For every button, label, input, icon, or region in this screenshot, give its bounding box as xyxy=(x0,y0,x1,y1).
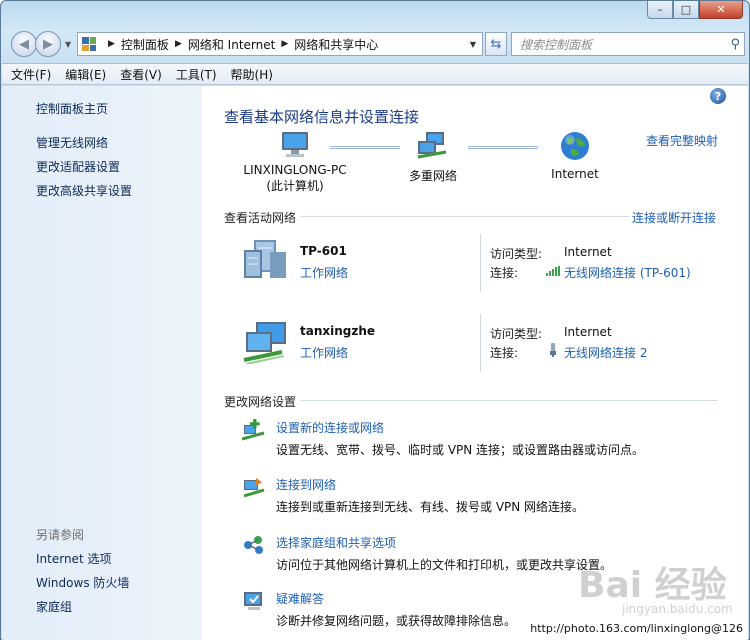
connection-key: 连接: xyxy=(490,266,519,280)
watermark-logo: Bai 经验 xyxy=(578,565,727,606)
menu-bar: 文件(F) 编辑(E) 查看(V) 工具(T) 帮助(H) xyxy=(2,63,748,85)
breadcrumb-control-panel[interactable]: 控制面板 xyxy=(121,36,169,53)
divider xyxy=(480,234,481,292)
map-middle-label: 多重网络 xyxy=(408,169,457,183)
caption-buttons: – □ ✕ xyxy=(647,1,743,19)
watermark-sub: jingyan.baidu.com xyxy=(622,602,733,616)
network-name: tanxingzhe xyxy=(300,324,376,338)
globe-icon xyxy=(561,132,589,160)
address-bar[interactable]: ▶ 控制面板 ▶ 网络和 Internet ▶ 网络和共享中心 ▼ xyxy=(77,32,483,56)
map-connector xyxy=(468,146,538,149)
connect-to-network-link[interactable]: 连接到网络 xyxy=(276,476,336,493)
access-type-key: 访问类型: xyxy=(490,247,543,261)
menu-view[interactable]: 查看(V) xyxy=(120,66,162,83)
see-also-heading: 另请参阅 xyxy=(36,528,85,542)
change-settings-heading: 更改网络设置 xyxy=(224,393,718,410)
sidebar-item-firewall[interactable]: Windows 防火墙 xyxy=(36,574,129,591)
troubleshoot-icon xyxy=(244,592,262,610)
close-button[interactable]: ✕ xyxy=(699,1,743,19)
sidebar-item-homegroup[interactable]: 家庭组 xyxy=(36,598,72,615)
troubleshoot-link[interactable]: 疑难解答 xyxy=(276,590,324,607)
setup-connection-link[interactable]: 设置新的连接或网络 xyxy=(276,419,384,436)
wireless-adapter-icon xyxy=(550,343,556,357)
map-connector xyxy=(330,146,400,149)
page-title: 查看基本网络信息并设置连接 xyxy=(224,108,420,126)
forward-arrow-icon: ▶ xyxy=(43,36,53,52)
multiple-networks-icon xyxy=(417,132,447,159)
control-panel-icon xyxy=(82,37,96,51)
map-node-this-pc: LINXINGLONG-PC (此计算机) xyxy=(240,130,350,194)
navigation-bar: ◀ ▶ ▼ ▶ 控制面板 ▶ 网络和 Internet ▶ 网络和共享中心 ▼ … xyxy=(7,29,745,59)
address-dropdown-icon[interactable]: ▼ xyxy=(470,40,476,49)
active-networks-heading: 查看活动网络 xyxy=(224,209,630,226)
connect-to-network-desc: 连接到或重新连接到无线、有线、拨号或 VPN 网络连接。 xyxy=(276,500,585,514)
view-full-map-link[interactable]: 查看完整映射 xyxy=(646,132,718,149)
wifi-signal-icon xyxy=(546,266,560,276)
map-node-multiple-networks: 多重网络 xyxy=(400,130,466,184)
connection-link[interactable]: 无线网络连接 2 xyxy=(564,344,647,361)
search-icon[interactable]: ⚲ xyxy=(730,37,740,52)
forward-button[interactable]: ▶ xyxy=(35,31,61,57)
sidebar-item-control-panel-home[interactable]: 控制面板主页 xyxy=(36,100,108,117)
sidebar-item-manage-wireless[interactable]: 管理无线网络 xyxy=(36,134,108,151)
back-arrow-icon: ◀ xyxy=(19,36,29,52)
main-panel: ? 查看基本网络信息并设置连接 查看完整映射 LINXINGLONG-PC (此… xyxy=(202,86,748,640)
sidebar: 控制面板主页 管理无线网络 更改适配器设置 更改高级共享设置 另请参阅 Inte… xyxy=(2,86,202,640)
recent-pages-dropdown-icon[interactable]: ▼ xyxy=(65,40,71,49)
minimize-button[interactable]: – xyxy=(647,1,673,19)
sidebar-item-advanced-sharing[interactable]: 更改高级共享设置 xyxy=(36,182,132,199)
crumb-separator-icon[interactable]: ▶ xyxy=(108,39,115,49)
breadcrumb-network-sharing-center[interactable]: 网络和共享中心 xyxy=(294,36,378,53)
troubleshoot-desc: 诊断并修复网络问题，或获得故障排除信息。 xyxy=(276,614,517,628)
maximize-button[interactable]: □ xyxy=(673,1,699,19)
menu-tools[interactable]: 工具(T) xyxy=(176,66,217,83)
homegroup-sharing-link[interactable]: 选择家庭组和共享选项 xyxy=(276,534,396,551)
connect-disconnect-link[interactable]: 连接或断开连接 xyxy=(632,209,716,226)
sidebar-item-change-adapter[interactable]: 更改适配器设置 xyxy=(36,158,120,175)
map-pc-sub: (此计算机) xyxy=(266,179,324,193)
menu-file[interactable]: 文件(F) xyxy=(11,66,51,83)
search-input[interactable]: 搜索控制面板 ⚲ xyxy=(511,32,745,56)
connection-key: 连接: xyxy=(490,346,519,360)
homegroup-sharing-desc: 访问位于其他网络计算机上的文件和打印机，或更改共享设置。 xyxy=(276,558,613,572)
map-pc-name: LINXINGLONG-PC xyxy=(243,163,347,177)
network-type-link[interactable]: 工作网络 xyxy=(300,264,348,281)
divider xyxy=(480,314,481,372)
setup-connection-desc: 设置无线、宽带、拨号、临时或 VPN 连接；或设置路由器或访问点。 xyxy=(276,443,645,457)
map-node-internet: Internet xyxy=(540,130,610,181)
help-icon[interactable]: ? xyxy=(710,88,726,104)
connect-network-icon xyxy=(243,478,265,498)
back-button[interactable]: ◀ xyxy=(11,31,37,57)
homegroup-sharing-icon xyxy=(244,536,263,554)
photo-url-caption: http://photo.163.com/linxinglong@126 xyxy=(530,622,743,635)
breadcrumb-network-internet[interactable]: 网络和 Internet xyxy=(188,36,275,53)
access-type-value: Internet xyxy=(564,245,612,259)
access-type-key: 访问类型: xyxy=(490,327,543,341)
computer-icon xyxy=(282,132,308,157)
new-connection-icon xyxy=(242,419,265,441)
search-placeholder: 搜索控制面板 xyxy=(520,37,593,52)
network-name: TP-601 xyxy=(300,244,347,258)
network-type-link[interactable]: 工作网络 xyxy=(300,344,348,361)
work-network-icon xyxy=(243,322,286,364)
work-network-icon xyxy=(244,240,286,278)
crumb-separator-icon[interactable]: ▶ xyxy=(175,39,182,49)
crumb-separator-icon[interactable]: ▶ xyxy=(281,39,288,49)
connection-link[interactable]: 无线网络连接 (TP-601) xyxy=(564,264,691,281)
refresh-icon: ⇆ xyxy=(490,36,502,52)
menu-edit[interactable]: 编辑(E) xyxy=(65,66,106,83)
menu-help[interactable]: 帮助(H) xyxy=(231,66,273,83)
window-frame: – □ ✕ ◀ ▶ ▼ ▶ 控制面板 ▶ 网络和 Internet ▶ 网络和共… xyxy=(0,0,750,640)
map-internet-label: Internet xyxy=(551,167,599,181)
refresh-button[interactable]: ⇆ xyxy=(485,32,507,56)
sidebar-item-internet-options[interactable]: Internet 选项 xyxy=(36,550,111,567)
access-type-value: Internet xyxy=(564,325,612,339)
